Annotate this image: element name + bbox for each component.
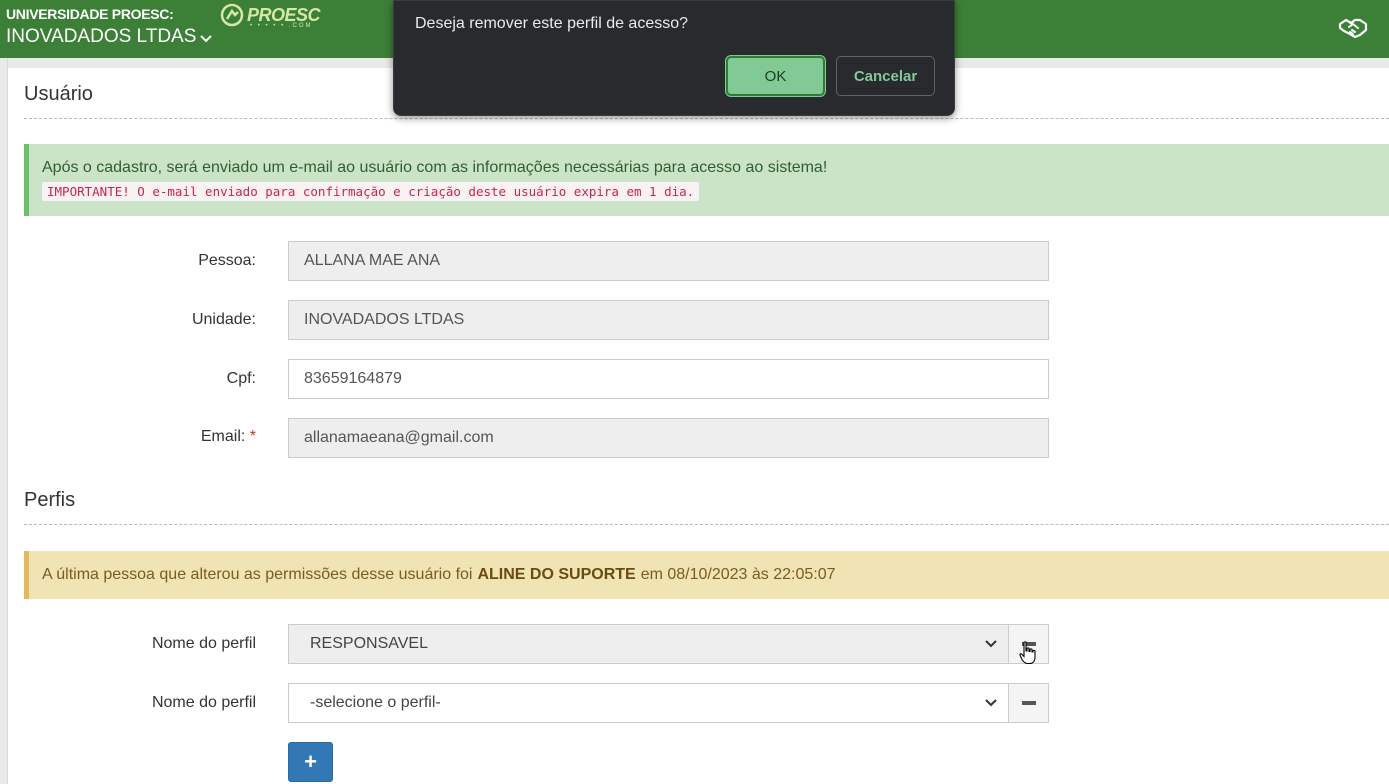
cancel-button[interactable]: Cancelar bbox=[836, 56, 935, 96]
chevron-down-icon bbox=[200, 34, 213, 42]
warning-prefix: A última pessoa que alterou as permissõe… bbox=[42, 566, 473, 583]
proesc-logo-icon bbox=[220, 3, 244, 27]
email-field[interactable]: allanamaeana@gmail.com bbox=[288, 418, 1049, 458]
cpf-field[interactable]: 83659164879 bbox=[288, 359, 1049, 399]
last-change-alert: A última pessoa que alterou as permissõe… bbox=[24, 551, 1389, 599]
warning-person: ALINE DO SUPORTE bbox=[477, 566, 636, 583]
perfil-select-value: -selecione o perfil- bbox=[310, 694, 441, 711]
email-label-row: Email: * bbox=[24, 428, 256, 446]
handshake-icon[interactable] bbox=[1338, 16, 1368, 45]
left-gutter bbox=[0, 58, 8, 784]
perfil-label-1: Nome do perfil bbox=[151, 635, 256, 652]
required-mark: * bbox=[249, 428, 256, 445]
dialog-question: Deseja remover este perfil de acesso? bbox=[415, 15, 689, 32]
divider bbox=[24, 118, 1389, 119]
perfil-select-1[interactable]: RESPONSAVEL bbox=[288, 624, 1009, 664]
perfil-select-2[interactable]: -selecione o perfil- bbox=[288, 683, 1009, 723]
hand-cursor-icon bbox=[1019, 641, 1036, 665]
proesc-logo: PROESC • • • • • .COM bbox=[220, 3, 321, 29]
confirm-dialog: Deseja remover este perfil de acesso? OK… bbox=[393, 0, 955, 116]
pessoa-label: Pessoa: bbox=[198, 252, 256, 269]
unidade-label: Unidade: bbox=[191, 311, 256, 328]
divider bbox=[24, 524, 1389, 525]
remove-perfil-button[interactable] bbox=[1008, 683, 1049, 723]
warning-suffix: em 08/10/2023 às 22:05:07 bbox=[640, 566, 836, 583]
minus-icon bbox=[1021, 701, 1036, 705]
pessoa-field[interactable]: ALLANA MAE ANA bbox=[288, 241, 1049, 281]
section-title-perfis: Perfis bbox=[24, 489, 76, 511]
chevron-down-icon bbox=[985, 640, 997, 648]
perfil-select-value: RESPONSAVEL bbox=[310, 635, 428, 652]
chevron-down-icon bbox=[985, 699, 997, 707]
important-message: IMPORTANTE! O e-mail enviado para confir… bbox=[42, 182, 700, 201]
unit-selector[interactable]: INOVADADOS LTDAS bbox=[6, 26, 213, 48]
info-message: Após o cadastro, será enviado um e-mail … bbox=[42, 159, 828, 176]
email-label: Email: bbox=[200, 428, 246, 445]
add-perfil-button[interactable]: + bbox=[288, 742, 333, 782]
ok-button[interactable]: OK bbox=[726, 56, 825, 96]
unit-name: INOVADADOS LTDAS bbox=[6, 26, 197, 47]
logo-subtext: • • • • • .COM bbox=[250, 23, 313, 29]
unidade-field[interactable]: INOVADADOS LTDAS bbox=[288, 300, 1049, 340]
cpf-label: Cpf: bbox=[226, 370, 256, 387]
info-alert: Após o cadastro, será enviado um e-mail … bbox=[24, 144, 1389, 216]
institution-name: UNIVERSIDADE PROESC: bbox=[6, 6, 174, 22]
perfil-label-2: Nome do perfil bbox=[151, 694, 256, 711]
section-title-usuario: Usuário bbox=[24, 83, 93, 105]
